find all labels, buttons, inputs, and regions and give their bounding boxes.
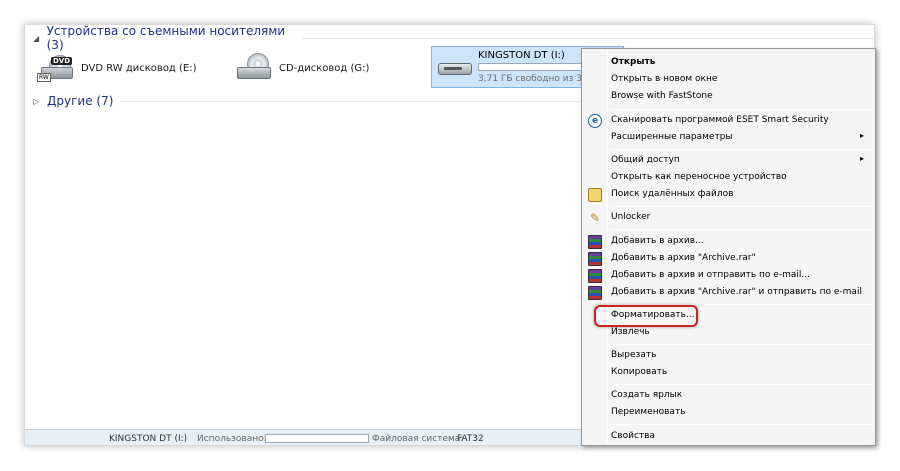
- menu-item-search-deleted[interactable]: Поиск удалённых файлов: [584, 187, 874, 203]
- status-drive-name: KINGSTON DT (I:): [109, 434, 188, 444]
- collapse-arrow-icon[interactable]: ◢: [33, 34, 43, 43]
- menu-item-create-shortcut[interactable]: Создать ярлык: [584, 388, 874, 404]
- submenu-arrow-icon: ▸: [859, 131, 864, 140]
- winrar-icon: [588, 235, 602, 249]
- menu-item-advanced-params[interactable]: Расширенные параметры ▸: [584, 130, 874, 146]
- cd-drive-icon: [235, 53, 273, 83]
- device-label-dvd: DVD RW дисковод (E:): [81, 62, 197, 74]
- menu-item-copy[interactable]: Копировать: [584, 365, 874, 381]
- submenu-arrow-icon: ▸: [859, 154, 864, 163]
- device-cd[interactable]: CD-дисковод (G:): [235, 53, 369, 83]
- menu-separator: [610, 206, 874, 207]
- menu-item-unlocker[interactable]: ✎ Unlocker: [584, 210, 874, 226]
- unlocker-icon: ✎: [589, 211, 601, 225]
- device-label-usb: KINGSTON DT (I:): [478, 50, 565, 61]
- menu-item-open[interactable]: Открыть: [584, 55, 874, 71]
- search-files-icon: [588, 188, 602, 202]
- format-highlight-annotation: [594, 305, 698, 327]
- menu-item-open-new-window[interactable]: Открыть в новом окне: [584, 72, 874, 88]
- group-divider: [302, 37, 874, 39]
- eset-icon: e: [588, 114, 602, 128]
- usb-drive-icon: [438, 57, 474, 79]
- group-label-removable: Устройства со съемными носителями (3): [46, 24, 286, 52]
- menu-item-faststone[interactable]: Browse with FastStone: [584, 89, 874, 105]
- menu-item-eject[interactable]: Извлечь: [584, 325, 874, 341]
- menu-separator: [610, 109, 874, 110]
- menu-item-add-archive-rar[interactable]: Добавить в архив "Archive.rar": [584, 251, 874, 267]
- menu-item-rename[interactable]: Переименовать: [584, 405, 874, 421]
- menu-item-archive-email[interactable]: Добавить в архив и отправить по e-mail..…: [584, 268, 874, 284]
- status-used-bar: [265, 434, 369, 443]
- expand-arrow-icon[interactable]: ▷: [33, 97, 43, 106]
- menu-item-properties[interactable]: Свойства: [584, 429, 874, 445]
- menu-item-add-archive[interactable]: Добавить в архив...: [584, 234, 874, 250]
- context-menu: Открыть Открыть в новом окне Browse with…: [581, 48, 876, 446]
- menu-separator: [610, 149, 874, 150]
- group-header-removable[interactable]: ◢ Устройства со съемными носителями (3): [33, 25, 874, 52]
- device-dvd[interactable]: DVD RW DVD RW дисковод (E:): [37, 53, 197, 83]
- menu-item-eset-scan[interactable]: e Сканировать программой ESET Smart Secu…: [584, 113, 874, 129]
- group-label-other: Другие (7): [47, 94, 114, 108]
- menu-separator: [610, 424, 874, 425]
- winrar-icon: [588, 252, 602, 266]
- menu-item-cut[interactable]: Вырезать: [584, 348, 874, 364]
- device-label-cd: CD-дисковод (G:): [279, 62, 370, 74]
- status-used-label: Использовано:: [197, 434, 267, 444]
- menu-item-archive-rar-email[interactable]: Добавить в архив "Archive.rar" и отправи…: [584, 285, 874, 301]
- winrar-icon: [588, 286, 602, 300]
- dvd-drive-icon: DVD RW: [37, 53, 75, 83]
- status-fs-value: FAT32: [457, 434, 484, 444]
- menu-separator: [610, 384, 874, 385]
- menu-separator: [610, 229, 874, 230]
- menu-item-open-portable[interactable]: Открыть как переносное устройство: [584, 170, 874, 186]
- status-fs-label: Файловая система:: [372, 434, 464, 444]
- menu-item-sharing[interactable]: Общий доступ ▸: [584, 153, 874, 169]
- winrar-icon: [588, 269, 602, 283]
- menu-separator: [610, 344, 874, 345]
